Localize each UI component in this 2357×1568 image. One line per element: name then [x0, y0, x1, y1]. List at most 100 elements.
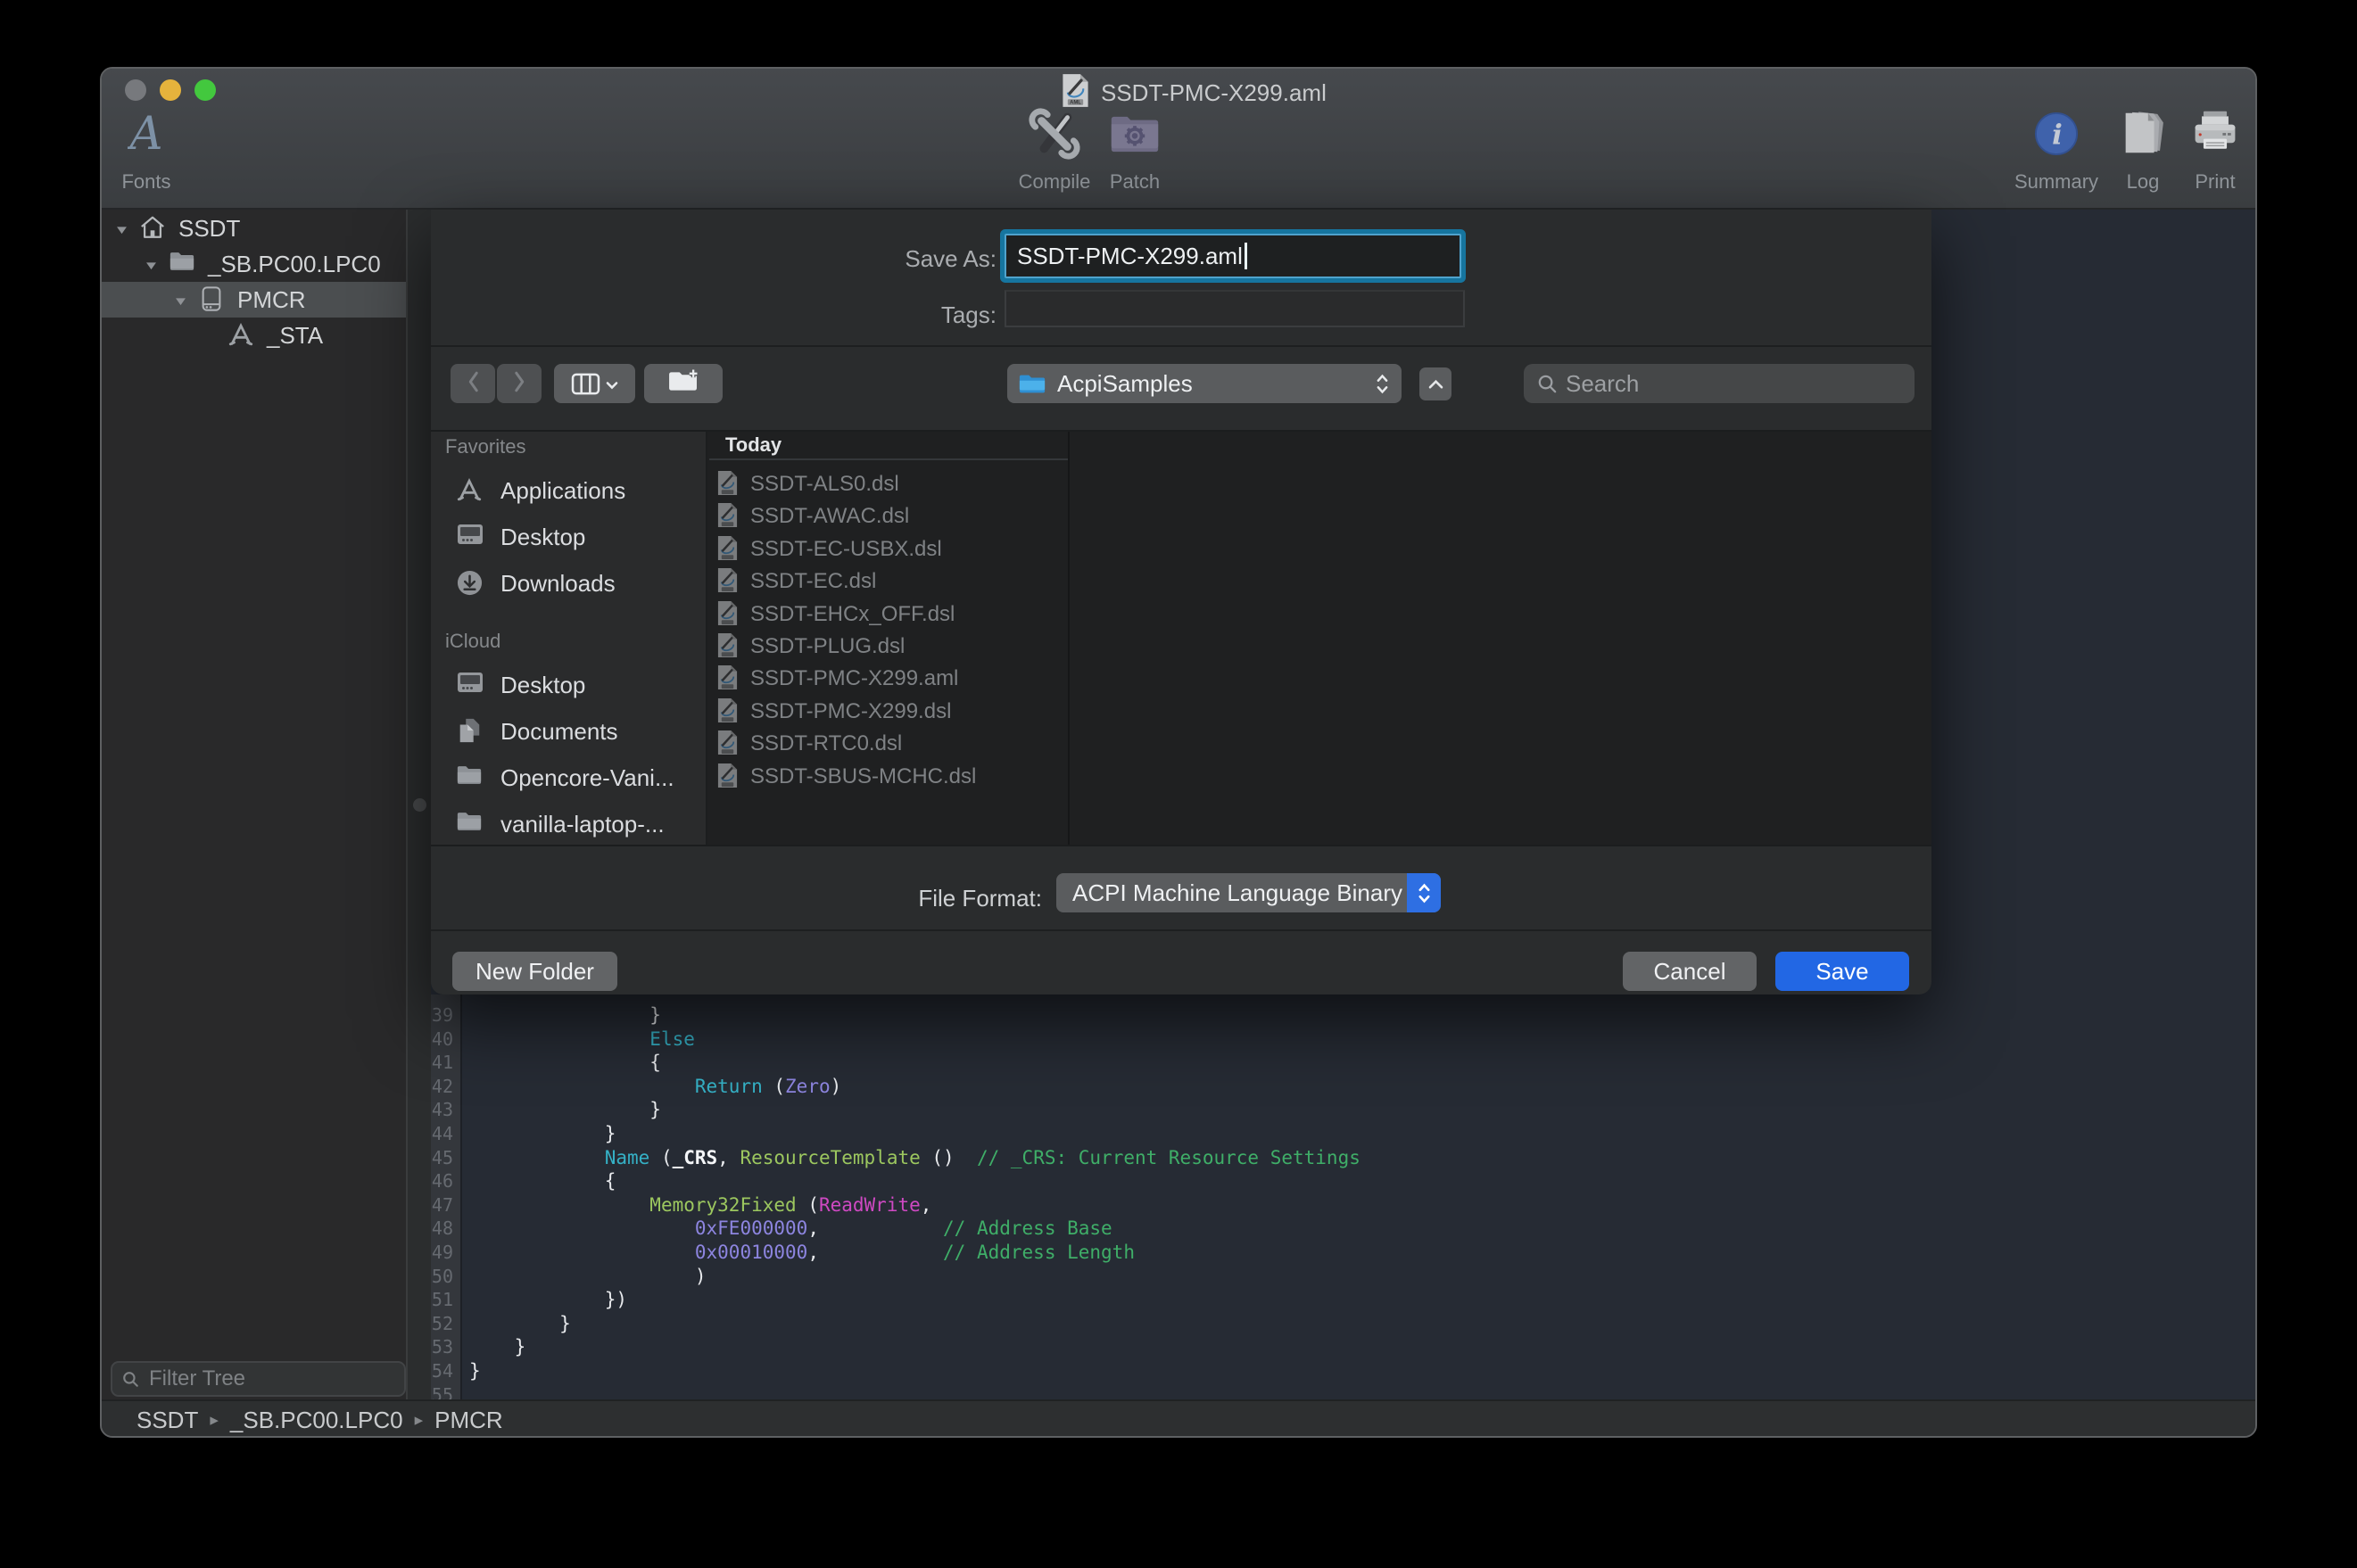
- disclosure-triangle-icon[interactable]: [145, 259, 157, 275]
- file-item-ssdt-rtc0-dsl[interactable]: SSDT-RTC0.dsl: [709, 728, 1068, 758]
- file-item-ssdt-ec-dsl[interactable]: SSDT-EC.dsl: [709, 565, 1068, 596]
- fonts-icon: A: [105, 103, 187, 165]
- tree-row-sta[interactable]: _STA: [102, 318, 406, 353]
- favorites-column: FavoritesApplicationsDesktopDownloadsiCl…: [431, 432, 707, 845]
- code-line-44: }: [469, 1122, 1360, 1146]
- patch-folder-gear-icon: [1090, 103, 1179, 165]
- folder-icon: [169, 250, 195, 276]
- document-file-icon: [716, 567, 739, 598]
- file-format-value: ACPI Machine Language Binary: [1072, 879, 1402, 907]
- forward-button[interactable]: [497, 364, 542, 403]
- file-item-ssdt-ehcx-off-dsl[interactable]: SSDT-EHCx_OFF.dsl: [709, 598, 1068, 629]
- file-item-ssdt-plug-dsl[interactable]: SSDT-PLUG.dsl: [709, 631, 1068, 661]
- tree-row-pmcr[interactable]: PMCR: [102, 282, 406, 318]
- breadcrumb-item-sb-pc00-lpc0[interactable]: _SB.PC00.LPC0: [230, 1407, 403, 1434]
- sidebar-item-documents[interactable]: Documents: [431, 708, 706, 755]
- documents-icon: [456, 717, 483, 748]
- new-folder-icon-button[interactable]: [644, 364, 723, 403]
- sidebar-item-label: Applications: [500, 477, 625, 505]
- file-name: SSDT-PLUG.dsl: [750, 634, 905, 659]
- file-list-column: Today SSDT-ALS0.dslSSDT-AWAC.dslSSDT-EC-…: [709, 432, 1068, 845]
- save-as-input[interactable]: SSDT-PMC-X299.aml: [1005, 234, 1461, 278]
- text-caret: [1245, 243, 1247, 269]
- file-format-label: File Format:: [832, 885, 1042, 912]
- patch-label: Patch: [1090, 170, 1179, 194]
- sidebar-item-label: vanilla-laptop-...: [500, 811, 665, 838]
- code-line-46: {: [469, 1169, 1360, 1193]
- minimize-button[interactable]: [160, 79, 181, 101]
- method-icon: [456, 476, 483, 508]
- splitter-handle[interactable]: [413, 798, 426, 812]
- new-folder-button[interactable]: New Folder: [452, 952, 617, 991]
- file-item-ssdt-pmc-x299-aml[interactable]: SSDT-PMC-X299.aml: [709, 663, 1068, 693]
- filter-tree-placeholder: Filter Tree: [149, 1366, 245, 1391]
- save-as-value: SSDT-PMC-X299.aml: [1017, 243, 1243, 270]
- code-line-48: 0xFE000000, // Address Base: [469, 1217, 1360, 1241]
- tree-item-label: _SB.PC00.LPC0: [208, 251, 381, 278]
- house-icon: [139, 214, 166, 245]
- drive-icon: [198, 285, 225, 317]
- code-content: } Else { Return (Zero) } } Name (_CRS, R…: [469, 1003, 1360, 1399]
- sidebar-item-label: Desktop: [500, 524, 585, 551]
- disclosure-triangle-icon[interactable]: [116, 223, 128, 239]
- code-line-54: }: [469, 1359, 1360, 1383]
- tree-item-label: PMCR: [237, 286, 306, 314]
- code-line-42: Return (Zero): [469, 1075, 1360, 1099]
- document-file-icon: [716, 632, 739, 663]
- file-format-popup[interactable]: ACPI Machine Language Binary: [1056, 873, 1441, 912]
- popup-chevrons-cap: [1407, 873, 1441, 912]
- location-popup-value: AcpiSamples: [1057, 370, 1193, 398]
- file-group-label: Today: [725, 432, 782, 458]
- search-icon: [1536, 373, 1559, 395]
- breadcrumb-item-pmcr[interactable]: PMCR: [434, 1407, 503, 1434]
- sidebar-item-desktop[interactable]: Desktop: [431, 514, 706, 560]
- sidebar-item-label: Desktop: [500, 672, 585, 699]
- search-field[interactable]: Search: [1524, 364, 1915, 403]
- sidebar: SSDT _SB.PC00.LPC0 PMCR _STA Filter Tree: [102, 210, 408, 1399]
- disclosure-triangle-icon[interactable]: [175, 294, 186, 310]
- sidebar-item-vanilla-laptop[interactable]: vanilla-laptop-...: [431, 801, 706, 847]
- column-divider: [1068, 432, 1070, 845]
- maximize-button[interactable]: [194, 79, 216, 101]
- divider: [431, 929, 1931, 931]
- breadcrumb-item-ssdt[interactable]: SSDT: [136, 1407, 198, 1434]
- svg-text:i: i: [2052, 120, 2063, 152]
- file-item-ssdt-sbus-mchc-dsl[interactable]: SSDT-SBUS-MCHC.dsl: [709, 761, 1068, 791]
- print-label: Print: [2171, 170, 2257, 194]
- cancel-button[interactable]: Cancel: [1623, 952, 1757, 991]
- file-name: SSDT-RTC0.dsl: [750, 731, 902, 756]
- document-file-icon: [716, 535, 739, 565]
- file-item-ssdt-als0-dsl[interactable]: SSDT-ALS0.dsl: [709, 468, 1068, 499]
- traffic-lights: [125, 79, 229, 105]
- view-mode-button[interactable]: [554, 364, 635, 403]
- toolbar-patch-button[interactable]: Patch: [1090, 103, 1179, 206]
- tree-row-ssdt[interactable]: SSDT: [102, 210, 406, 246]
- chevron-up-icon: [1427, 378, 1444, 390]
- chevron-right-icon: [512, 370, 527, 398]
- pane-splitter[interactable]: [408, 210, 431, 1399]
- toolbar-print-button[interactable]: Print: [2171, 103, 2257, 206]
- save-button[interactable]: Save: [1775, 952, 1909, 991]
- file-item-ssdt-ec-usbx-dsl[interactable]: SSDT-EC-USBX.dsl: [709, 533, 1068, 564]
- toolbar-fonts-button[interactable]: A Fonts: [105, 103, 187, 206]
- file-browser: FavoritesApplicationsDesktopDownloadsiCl…: [431, 430, 1931, 846]
- document-file-icon: [716, 697, 739, 728]
- back-button[interactable]: [451, 364, 495, 403]
- file-item-ssdt-awac-dsl[interactable]: SSDT-AWAC.dsl: [709, 500, 1068, 531]
- sidebar-item-applications[interactable]: Applications: [431, 467, 706, 514]
- titlebar: AML SSDT-PMC-X299.aml A Fonts Compile Pa…: [102, 69, 2255, 210]
- close-button[interactable]: [125, 79, 146, 101]
- tree-row-sb-pc00-lpc0[interactable]: _SB.PC00.LPC0: [102, 246, 406, 282]
- parent-folder-button[interactable]: [1419, 367, 1451, 400]
- file-item-ssdt-pmc-x299-dsl[interactable]: SSDT-PMC-X299.dsl: [709, 696, 1068, 726]
- sidebar-item-desktop[interactable]: Desktop: [431, 662, 706, 708]
- sidebar-item-downloads[interactable]: Downloads: [431, 560, 706, 607]
- desktop-icon: [456, 671, 484, 698]
- location-popup[interactable]: AcpiSamples: [1007, 364, 1402, 403]
- code-line-50: ): [469, 1265, 1360, 1289]
- filter-tree-field[interactable]: Filter Tree: [111, 1361, 406, 1397]
- document-file-icon: [716, 470, 739, 500]
- tags-input[interactable]: [1005, 290, 1465, 327]
- sidebar-item-opencore-vani[interactable]: Opencore-Vani...: [431, 755, 706, 801]
- blue-folder-icon: [1018, 373, 1046, 395]
